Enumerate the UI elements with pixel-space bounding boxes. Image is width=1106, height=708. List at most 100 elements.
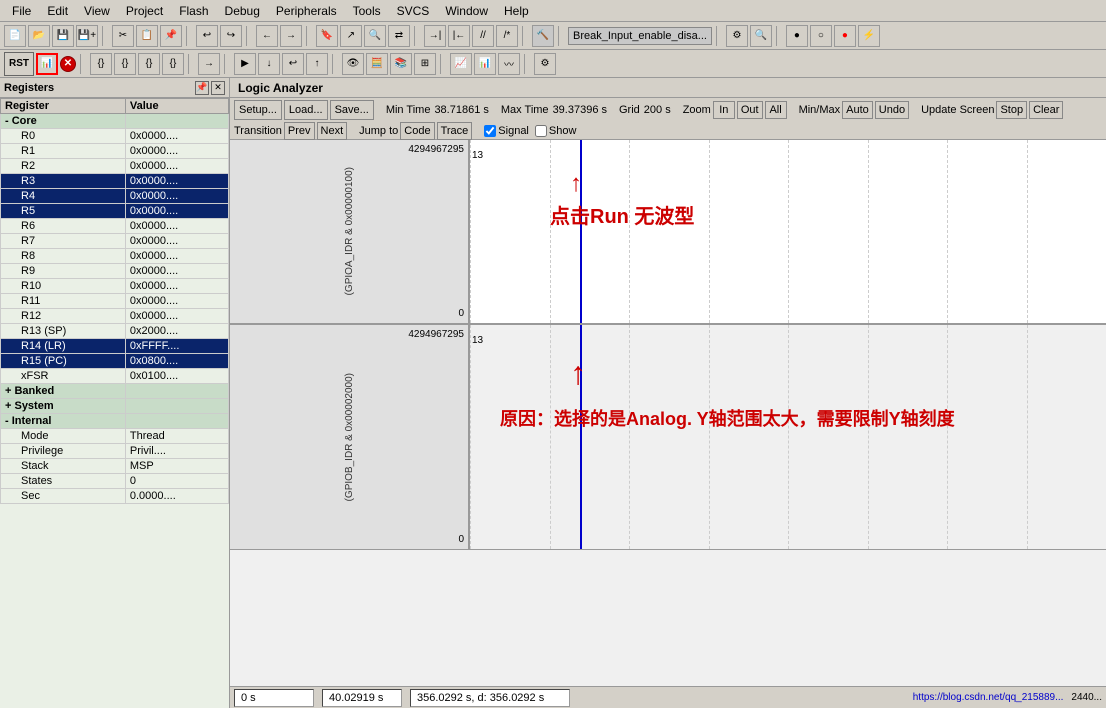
step-over-button[interactable]: ↩: [282, 53, 304, 75]
comment-button[interactable]: //: [472, 25, 494, 47]
step-out-button[interactable]: ↑: [306, 53, 328, 75]
menu-tools[interactable]: Tools: [345, 2, 389, 20]
next-location-button[interactable]: →: [280, 25, 302, 47]
brace2-button[interactable]: {}: [114, 53, 136, 75]
goto-button[interactable]: ↗: [340, 25, 362, 47]
menu-file[interactable]: File: [4, 2, 39, 20]
brace3-button[interactable]: {}: [138, 53, 160, 75]
table-row[interactable]: States0: [1, 474, 229, 489]
clear-button-la[interactable]: Clear: [1029, 101, 1063, 119]
setup-button[interactable]: Setup...: [234, 100, 282, 120]
table-row[interactable]: StackMSP: [1, 459, 229, 474]
brace4-button[interactable]: {}: [162, 53, 184, 75]
menu-window[interactable]: Window: [437, 2, 496, 20]
next-button-la[interactable]: Next: [317, 122, 348, 140]
table-row[interactable]: R80x0000....: [1, 249, 229, 264]
show-checkbox-label[interactable]: Show: [535, 125, 577, 137]
table-row[interactable]: R30x0000....: [1, 174, 229, 189]
brace1-button[interactable]: {}: [90, 53, 112, 75]
table-row[interactable]: R00x0000....: [1, 129, 229, 144]
prev-button-la[interactable]: Prev: [284, 122, 315, 140]
close-panel-button[interactable]: ✕: [211, 81, 225, 95]
table-row[interactable]: R15 (PC)0x0800....: [1, 354, 229, 369]
unindent-button[interactable]: |←: [448, 25, 470, 47]
save-button-la[interactable]: Save...: [330, 100, 374, 120]
trace-button-la[interactable]: Trace: [437, 122, 473, 140]
red-button[interactable]: ●: [834, 25, 856, 47]
menu-project[interactable]: Project: [118, 2, 171, 20]
paste-button[interactable]: 📌: [160, 25, 182, 47]
code-button-la[interactable]: Code: [400, 122, 434, 140]
watch-button[interactable]: 👁: [342, 53, 364, 75]
copy-button[interactable]: 📋: [136, 25, 158, 47]
zoom-in-button[interactable]: In: [713, 101, 735, 119]
table-row[interactable]: R14 (LR)0xFFFF....: [1, 339, 229, 354]
signal-checkbox[interactable]: [484, 125, 496, 137]
indent-button[interactable]: →|: [424, 25, 446, 47]
search2-button[interactable]: 🔍: [750, 25, 772, 47]
table-row[interactable]: R100x0000....: [1, 279, 229, 294]
pin-button[interactable]: 📌: [195, 81, 209, 95]
logic-button[interactable]: 📊: [474, 53, 496, 75]
save-all-button[interactable]: 💾+: [76, 25, 98, 47]
replace-button[interactable]: ⇄: [388, 25, 410, 47]
table-row[interactable]: R90x0000....: [1, 264, 229, 279]
menu-peripherals[interactable]: Peripherals: [268, 2, 345, 20]
memory-button[interactable]: 🧮: [366, 53, 388, 75]
signal-checkbox-label[interactable]: Signal: [484, 125, 529, 137]
cfg-button[interactable]: ⚙: [534, 53, 556, 75]
table-row[interactable]: ModeThread: [1, 429, 229, 444]
table-row[interactable]: - Core: [1, 114, 229, 129]
icon-button[interactable]: ⚡: [858, 25, 880, 47]
table-row[interactable]: xFSR0x0100....: [1, 369, 229, 384]
table-row[interactable]: - Internal: [1, 414, 229, 429]
table-row[interactable]: R70x0000....: [1, 234, 229, 249]
table-row[interactable]: R20x0000....: [1, 159, 229, 174]
table-row[interactable]: R10x0000....: [1, 144, 229, 159]
show-checkbox[interactable]: [535, 125, 547, 137]
new-file-button[interactable]: 📄: [4, 25, 26, 47]
dot-button[interactable]: ●: [786, 25, 808, 47]
table-row[interactable]: R50x0000....: [1, 204, 229, 219]
menu-edit[interactable]: Edit: [39, 2, 76, 20]
find-button[interactable]: 🔍: [364, 25, 386, 47]
menu-flash[interactable]: Flash: [171, 2, 216, 20]
cut-button[interactable]: ✂: [112, 25, 134, 47]
trace-button[interactable]: 〰: [498, 53, 520, 75]
stack-button[interactable]: 📚: [390, 53, 412, 75]
build-button[interactable]: 🔨: [532, 25, 554, 47]
zoom-out-button[interactable]: Out: [737, 101, 763, 119]
menu-debug[interactable]: Debug: [217, 2, 268, 20]
menu-svcs[interactable]: SVCS: [389, 2, 438, 20]
circle-button[interactable]: ○: [810, 25, 832, 47]
undo-button-la[interactable]: Undo: [875, 101, 909, 119]
perf-button[interactable]: 📈: [450, 53, 472, 75]
redo-button[interactable]: ↪: [220, 25, 242, 47]
zoom-all-button[interactable]: All: [765, 101, 787, 119]
table-row[interactable]: + Banked: [1, 384, 229, 399]
bookmark-button[interactable]: 🔖: [316, 25, 338, 47]
open-button[interactable]: 📂: [28, 25, 50, 47]
stop-button-la[interactable]: Stop: [996, 101, 1027, 119]
auto-button[interactable]: Auto: [842, 101, 873, 119]
table-row[interactable]: R120x0000....: [1, 309, 229, 324]
table-row[interactable]: PrivilegePrivil....: [1, 444, 229, 459]
menu-help[interactable]: Help: [496, 2, 537, 20]
table-row[interactable]: R60x0000....: [1, 219, 229, 234]
table-row[interactable]: + System: [1, 399, 229, 414]
run-button[interactable]: ▶: [234, 53, 256, 75]
rst-button[interactable]: RST: [4, 52, 34, 76]
register-button[interactable]: 📊: [36, 53, 58, 75]
undo-button[interactable]: ↩: [196, 25, 218, 47]
table-row[interactable]: R110x0000....: [1, 294, 229, 309]
close-debug-button[interactable]: ✕: [60, 56, 76, 72]
prev-location-button[interactable]: ←: [256, 25, 278, 47]
uncomment-button[interactable]: /*: [496, 25, 518, 47]
menu-view[interactable]: View: [76, 2, 118, 20]
save-button[interactable]: 💾: [52, 25, 74, 47]
table-row[interactable]: R13 (SP)0x2000....: [1, 324, 229, 339]
table-row[interactable]: Sec0.0000....: [1, 489, 229, 504]
step-button[interactable]: ↓: [258, 53, 280, 75]
run-to-button[interactable]: →: [198, 53, 220, 75]
option-button[interactable]: ⚙: [726, 25, 748, 47]
